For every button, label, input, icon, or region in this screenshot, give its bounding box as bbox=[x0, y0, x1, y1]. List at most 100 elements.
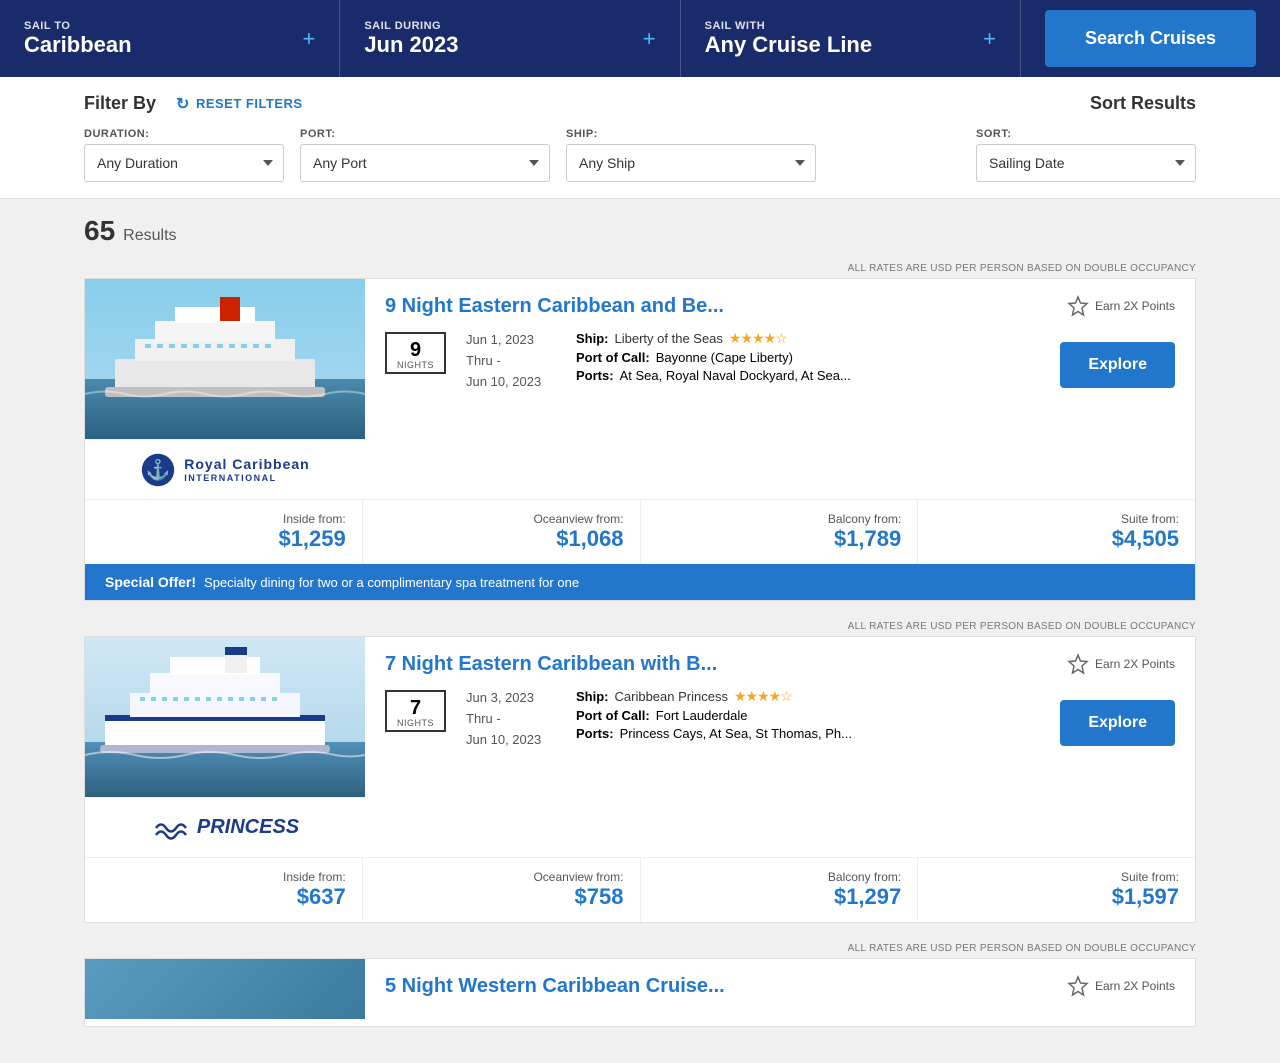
cruise-title-2[interactable]: 7 Night Eastern Caribbean with B... bbox=[385, 653, 717, 676]
filter-controls: DURATION: Any Duration PORT: Any Port SH… bbox=[84, 128, 1196, 182]
balcony-label-2: Balcony from: bbox=[657, 870, 902, 884]
port-of-call-2: Fort Lauderdale bbox=[656, 708, 748, 723]
nights-label-1: NIGHTS bbox=[397, 360, 434, 370]
ports-label-1: Ports: bbox=[576, 368, 614, 383]
filter-header: Filter By ↻ RESET FILTERS Sort Results bbox=[84, 93, 1196, 114]
cruise-details-2: 7 Night Eastern Caribbean with B... Earn… bbox=[365, 637, 1195, 857]
cruise-card-1: ALL RATES ARE USD PER PERSON BASED ON DO… bbox=[84, 263, 1196, 601]
cruise-explore-area-2: Explore bbox=[1060, 688, 1175, 750]
ports-row-1: Ports: At Sea, Royal Naval Dockyard, At … bbox=[576, 368, 851, 383]
oceanview-price-2: Oceanview from: $758 bbox=[363, 858, 641, 922]
reset-filters-button[interactable]: ↻ RESET FILTERS bbox=[176, 94, 303, 114]
special-offer-label-1: Special Offer! bbox=[105, 574, 196, 590]
sail-during-label: SAIL DURING bbox=[364, 20, 458, 32]
date-thru-2: Thru - bbox=[466, 709, 556, 730]
cruise-details-3: 5 Night Western Caribbean Cruise... Earn… bbox=[365, 959, 1195, 1026]
duration-select[interactable]: Any Duration bbox=[84, 144, 284, 182]
date-start-2: Jun 3, 2023 bbox=[466, 688, 556, 709]
nights-box-1: 9 NIGHTS bbox=[385, 332, 446, 374]
sail-with-selector[interactable]: SAIL WITH Any Cruise Line + bbox=[681, 0, 1021, 77]
sail-with-plus-icon: + bbox=[983, 26, 996, 52]
port-of-call-label-1: Port of Call: bbox=[576, 350, 650, 365]
suite-label-2: Suite from: bbox=[934, 870, 1179, 884]
port-of-call-1: Bayonne (Cape Liberty) bbox=[656, 350, 793, 365]
results-area: 65 Results ALL RATES ARE USD PER PERSON … bbox=[0, 199, 1280, 1063]
sort-select[interactable]: Sailing Date bbox=[976, 144, 1196, 182]
suite-amount-1: $4,505 bbox=[934, 526, 1179, 552]
sail-during-value: Jun 2023 bbox=[364, 32, 458, 58]
sail-with-value: Any Cruise Line bbox=[705, 32, 872, 58]
sail-to-value: Caribbean bbox=[24, 32, 132, 58]
cruise-title-3[interactable]: 5 Night Western Caribbean Cruise... bbox=[385, 975, 725, 998]
ship-name-2: Caribbean Princess bbox=[615, 689, 728, 704]
port-row-1: Port of Call: Bayonne (Cape Liberty) bbox=[576, 350, 851, 365]
oceanview-price-1: Oceanview from: $1,068 bbox=[363, 500, 641, 564]
explore-button-2[interactable]: Explore bbox=[1060, 700, 1175, 746]
ship-label: SHIP: bbox=[566, 128, 816, 140]
cruise-image-2 bbox=[85, 637, 365, 797]
ports-label-2: Ports: bbox=[576, 726, 614, 741]
earn-points-text-2: Earn 2X Points bbox=[1095, 657, 1175, 671]
ship-row-1: Ship: Liberty of the Seas ★★★★☆ bbox=[576, 330, 851, 347]
oceanview-amount-1: $1,068 bbox=[379, 526, 624, 552]
sort-label: SORT: bbox=[976, 128, 1196, 140]
inside-amount-1: $1,259 bbox=[101, 526, 346, 552]
cruise-info-row-2: 7 NIGHTS Jun 3, 2023 Thru - Jun 10, 2023 bbox=[385, 688, 1044, 750]
ship-stars-1: ★★★★☆ bbox=[729, 330, 787, 347]
sail-with-label: SAIL WITH bbox=[705, 20, 872, 32]
ship-name-1: Liberty of the Seas bbox=[615, 331, 723, 346]
princess-logo-container: PRINCESS bbox=[85, 797, 365, 857]
rci-subtitle: INTERNATIONAL bbox=[184, 473, 309, 484]
balcony-price-2: Balcony from: $1,297 bbox=[641, 858, 919, 922]
results-number: 65 bbox=[84, 215, 115, 247]
sail-to-plus-icon: + bbox=[302, 26, 315, 52]
port-filter-group: PORT: Any Port bbox=[300, 128, 550, 182]
inside-label-2: Inside from: bbox=[101, 870, 346, 884]
ports-row-2: Ports: Princess Cays, At Sea, St Thomas,… bbox=[576, 726, 852, 741]
ship-filter-group: SHIP: Any Ship bbox=[566, 128, 816, 182]
search-cruises-button[interactable]: Search Cruises bbox=[1045, 10, 1256, 67]
princess-name: PRINCESS bbox=[197, 816, 299, 839]
cruise-details-text-2: 7 NIGHTS Jun 3, 2023 Thru - Jun 10, 2023 bbox=[385, 688, 1044, 750]
svg-text:⚓: ⚓ bbox=[146, 458, 171, 481]
nights-number-1: 9 bbox=[410, 340, 421, 360]
cruise-card-2: ALL RATES ARE USD PER PERSON BASED ON DO… bbox=[84, 621, 1196, 923]
cruise-title-1[interactable]: 9 Night Eastern Caribbean and Be... bbox=[385, 295, 724, 318]
cruise-image-container-1: ⚓ Royal Caribbean INTERNATIONAL bbox=[85, 279, 365, 499]
ship-label-2: Ship: bbox=[576, 689, 609, 704]
oceanview-label-1: Oceanview from: bbox=[379, 512, 624, 526]
cruise-card-inner-3: 5 Night Western Caribbean Cruise... Earn… bbox=[84, 958, 1196, 1027]
suite-amount-2: $1,597 bbox=[934, 884, 1179, 910]
sail-to-selector[interactable]: SAIL TO Caribbean + bbox=[0, 0, 340, 77]
cruise-card-main-1: ⚓ Royal Caribbean INTERNATIONAL 9 Night … bbox=[85, 279, 1195, 499]
cruise-ship-info-1: Ship: Liberty of the Seas ★★★★☆ Port of … bbox=[576, 330, 851, 383]
date-start-1: Jun 1, 2023 bbox=[466, 330, 556, 351]
top-navigation: SAIL TO Caribbean + SAIL DURING Jun 2023… bbox=[0, 0, 1280, 77]
rate-note-3: ALL RATES ARE USD PER PERSON BASED ON DO… bbox=[84, 943, 1196, 954]
ship-select[interactable]: Any Ship bbox=[566, 144, 816, 182]
cruise-title-row-2: 7 Night Eastern Caribbean with B... Earn… bbox=[385, 653, 1175, 676]
inside-label-1: Inside from: bbox=[101, 512, 346, 526]
cruise-dates-2: Jun 3, 2023 Thru - Jun 10, 2023 bbox=[466, 688, 556, 750]
oceanview-label-2: Oceanview from: bbox=[379, 870, 624, 884]
cruise-prices-1: Inside from: $1,259 Oceanview from: $1,0… bbox=[85, 499, 1195, 564]
port-row-2: Port of Call: Fort Lauderdale bbox=[576, 708, 852, 723]
earn-points-icon-2 bbox=[1067, 653, 1089, 675]
sail-to-label: SAIL TO bbox=[24, 20, 132, 32]
sort-filter-group: SORT: Sailing Date bbox=[976, 128, 1196, 182]
cruise-image-container-2: PRINCESS bbox=[85, 637, 365, 857]
port-select[interactable]: Any Port bbox=[300, 144, 550, 182]
sort-results-label: Sort Results bbox=[1090, 93, 1196, 114]
cruise-prices-2: Inside from: $637 Oceanview from: $758 B… bbox=[85, 857, 1195, 922]
sail-during-selector[interactable]: SAIL DURING Jun 2023 + bbox=[340, 0, 680, 77]
rci-name: Royal Caribbean bbox=[184, 456, 309, 473]
port-of-call-label-2: Port of Call: bbox=[576, 708, 650, 723]
results-count: 65 Results bbox=[84, 215, 1196, 247]
port-label: PORT: bbox=[300, 128, 550, 140]
duration-label: DURATION: bbox=[84, 128, 284, 140]
cruise-details-1: 9 Night Eastern Caribbean and Be... Earn… bbox=[365, 279, 1195, 499]
suite-price-1: Suite from: $4,505 bbox=[918, 500, 1195, 564]
cruise-card-inner-1: ⚓ Royal Caribbean INTERNATIONAL 9 Night … bbox=[84, 278, 1196, 601]
filter-by-label: Filter By bbox=[84, 93, 156, 114]
explore-button-1[interactable]: Explore bbox=[1060, 342, 1175, 388]
